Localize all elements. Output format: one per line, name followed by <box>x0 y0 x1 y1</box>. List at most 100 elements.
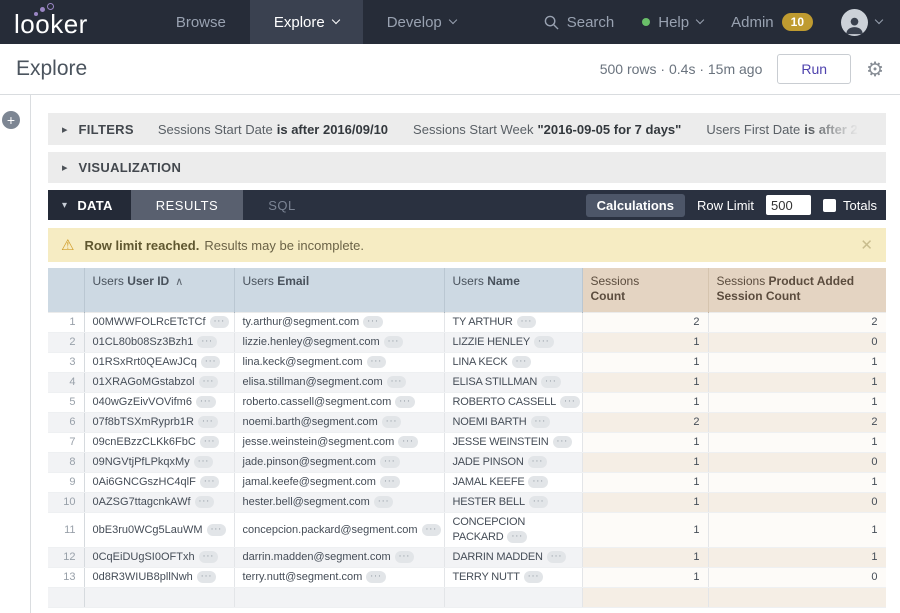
help-menu[interactable]: Help <box>642 14 703 31</box>
sessions-count-cell[interactable]: 1 <box>582 352 708 372</box>
cell-menu-icon[interactable]: ··· <box>553 436 573 448</box>
product-added-session-count-cell[interactable]: 0 <box>708 332 886 352</box>
name-cell-value: ROBERTO CASSELL <box>453 396 557 408</box>
column-header-user-id[interactable]: Users User ID∧ <box>84 268 234 312</box>
nav-item-develop[interactable]: Develop <box>363 0 480 44</box>
cell-menu-icon[interactable]: ··· <box>366 571 386 583</box>
cell-menu-icon[interactable]: ··· <box>195 496 215 508</box>
data-panel-toggle[interactable]: ▾ DATA <box>48 190 131 220</box>
cell-menu-icon[interactable]: ··· <box>380 476 400 488</box>
sessions-count-cell[interactable]: 1 <box>582 432 708 452</box>
sessions-count-cell[interactable]: 1 <box>582 512 708 547</box>
cell-menu-icon[interactable]: ··· <box>201 356 221 368</box>
column-header-email[interactable]: Users Email <box>234 268 444 312</box>
close-icon[interactable]: ✕ <box>860 236 873 254</box>
cell-menu-icon[interactable]: ··· <box>395 551 415 563</box>
column-header-product-added-session-count[interactable]: Sessions Product Added Session Count <box>708 268 886 312</box>
cell-menu-icon[interactable]: ··· <box>374 496 394 508</box>
nav-item-explore[interactable]: Explore <box>250 0 363 44</box>
cell-menu-icon[interactable]: ··· <box>524 571 544 583</box>
cell-menu-icon[interactable]: ··· <box>529 496 549 508</box>
visualization-panel-header[interactable]: ▸ VISUALIZATION <box>48 152 886 183</box>
row-number: 3 <box>48 352 84 372</box>
looker-logo[interactable]: looker <box>0 0 122 44</box>
sessions-count-cell[interactable]: 1 <box>582 472 708 492</box>
tab-sql[interactable]: SQL <box>243 190 321 220</box>
logo-bubble-icon <box>47 3 54 10</box>
cell-menu-icon[interactable]: ··· <box>363 316 383 328</box>
cell-menu-icon[interactable]: ··· <box>560 396 580 408</box>
cell-menu-icon[interactable]: ··· <box>395 396 415 408</box>
product-added-session-count-cell[interactable]: 1 <box>708 392 886 412</box>
cell-menu-icon[interactable]: ··· <box>384 336 404 348</box>
column-header-sessions-count[interactable]: Sessions Count <box>582 268 708 312</box>
cell-menu-icon[interactable]: ··· <box>199 376 219 388</box>
cell-menu-icon[interactable]: ··· <box>194 456 214 468</box>
sessions-count-cell[interactable]: 2 <box>582 412 708 432</box>
cell-menu-icon[interactable]: ··· <box>382 416 402 428</box>
cell-menu-icon[interactable]: ··· <box>197 571 217 583</box>
sessions-count-cell[interactable]: 1 <box>582 332 708 352</box>
cell-menu-icon[interactable]: ··· <box>398 436 418 448</box>
product-added-session-count-cell[interactable]: 0 <box>708 452 886 472</box>
main-nav: Browse Explore Develop <box>152 0 480 44</box>
admin-label: Admin <box>731 14 774 31</box>
product-added-session-count-cell[interactable]: 1 <box>708 372 886 392</box>
add-field-button[interactable]: + <box>2 111 20 129</box>
cell-menu-icon[interactable]: ··· <box>528 476 548 488</box>
cell-menu-icon[interactable]: ··· <box>200 436 220 448</box>
product-added-session-count-cell[interactable]: 0 <box>708 567 886 587</box>
sessions-count-cell[interactable]: 1 <box>582 492 708 512</box>
sessions-count-cell[interactable]: 1 <box>582 372 708 392</box>
cell-menu-icon[interactable]: ··· <box>507 531 527 543</box>
cell-menu-icon[interactable]: ··· <box>210 316 230 328</box>
cell-menu-icon[interactable]: ··· <box>207 524 227 536</box>
collapsed-arrow-icon: ▸ <box>62 161 68 174</box>
name-cell: LINA KECK··· <box>444 352 582 372</box>
cell-menu-icon[interactable]: ··· <box>531 416 551 428</box>
cell-menu-icon[interactable]: ··· <box>196 396 216 408</box>
product-added-session-count-cell[interactable]: 1 <box>708 547 886 567</box>
product-added-session-count-cell[interactable]: 1 <box>708 512 886 547</box>
calculations-button[interactable]: Calculations <box>586 194 685 217</box>
sessions-count-cell[interactable]: 1 <box>582 567 708 587</box>
product-added-session-count-cell[interactable]: 2 <box>708 312 886 332</box>
cell-menu-icon[interactable]: ··· <box>517 316 537 328</box>
product-added-session-count-cell[interactable]: 1 <box>708 472 886 492</box>
cell-menu-icon[interactable]: ··· <box>200 476 220 488</box>
nav-item-browse[interactable]: Browse <box>152 0 250 44</box>
name-cell-value: TERRY NUTT <box>453 571 520 583</box>
sessions-count-cell[interactable]: 2 <box>582 312 708 332</box>
email-cell-value: lizzie.henley@segment.com <box>243 336 380 348</box>
column-header-name[interactable]: Users Name <box>444 268 582 312</box>
cell-menu-icon[interactable]: ··· <box>541 376 561 388</box>
admin-menu[interactable]: Admin 10 <box>731 13 813 31</box>
cell-menu-icon[interactable]: ··· <box>380 456 400 468</box>
sessions-count-cell[interactable]: 1 <box>582 452 708 472</box>
run-button[interactable]: Run <box>777 54 851 84</box>
search-button[interactable]: Search <box>544 14 615 31</box>
totals-checkbox[interactable] <box>823 199 836 212</box>
row-limit-input[interactable] <box>766 195 811 215</box>
product-added-session-count-cell[interactable]: 2 <box>708 412 886 432</box>
cell-menu-icon[interactable]: ··· <box>422 524 442 536</box>
cell-menu-icon[interactable]: ··· <box>547 551 567 563</box>
cell-menu-icon[interactable]: ··· <box>198 416 218 428</box>
account-menu[interactable] <box>841 9 882 36</box>
product-added-session-count-cell[interactable]: 0 <box>708 492 886 512</box>
cell-menu-icon[interactable]: ··· <box>512 356 532 368</box>
product-added-session-count-cell[interactable]: 1 <box>708 432 886 452</box>
cell-menu-icon[interactable]: ··· <box>387 376 407 388</box>
gear-icon[interactable]: ⚙ <box>866 59 884 79</box>
sessions-count-cell[interactable]: 1 <box>582 547 708 567</box>
row-number: 1 <box>48 312 84 332</box>
cell-menu-icon[interactable]: ··· <box>534 336 554 348</box>
cell-menu-icon[interactable]: ··· <box>197 336 217 348</box>
cell-menu-icon[interactable]: ··· <box>199 551 219 563</box>
cell-menu-icon[interactable]: ··· <box>367 356 387 368</box>
tab-results[interactable]: RESULTS <box>131 190 244 220</box>
cell-menu-icon[interactable]: ··· <box>528 456 548 468</box>
sessions-count-cell[interactable]: 1 <box>582 392 708 412</box>
product-added-session-count-cell[interactable]: 1 <box>708 352 886 372</box>
filters-panel-header[interactable]: ▸ FILTERS Sessions Start Dateis after 20… <box>48 113 886 145</box>
